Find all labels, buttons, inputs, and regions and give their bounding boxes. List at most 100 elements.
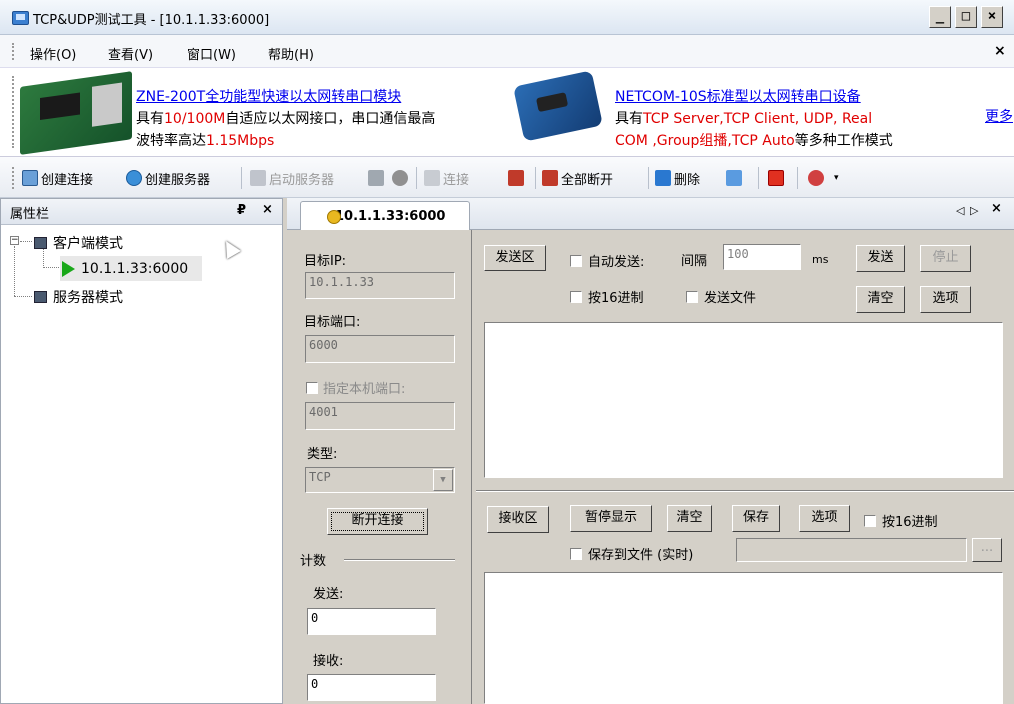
auto-send-checkbox[interactable]: 自动发送: xyxy=(570,251,644,270)
help-icon xyxy=(808,170,824,186)
send-hex-checkbox[interactable]: 按16进制 xyxy=(570,287,644,306)
recv-hex-check[interactable] xyxy=(864,514,876,527)
local-port-label: 指定本机端口: xyxy=(323,382,406,397)
interval-field[interactable]: 100 xyxy=(723,244,801,270)
client-mode-label: 客户端模式 xyxy=(53,236,123,252)
send-textarea[interactable] xyxy=(484,322,1003,478)
recv-count-label: 接收: xyxy=(313,654,344,669)
tab-nav-left-icon[interactable]: ◁ xyxy=(956,204,964,217)
start-server-button[interactable]: 启动服务器 xyxy=(250,168,334,188)
send-file-checkbox[interactable]: 发送文件 xyxy=(686,287,756,306)
create-connection-button[interactable]: 创建连接 xyxy=(22,168,93,188)
recv-save-button[interactable]: 保存 xyxy=(732,505,780,532)
tree-line xyxy=(20,241,32,242)
create-server-button[interactable]: 创建服务器 xyxy=(126,168,210,188)
product2-desc-line2: COM ,Group组播,TCP Auto等多种工作模式 xyxy=(615,133,893,149)
dropdown-arrow-icon[interactable]: ▼ xyxy=(433,469,453,491)
tree-item-connection[interactable]: 10.1.1.33:6000 xyxy=(60,256,202,281)
tab-connection[interactable]: 10.1.1.33:6000 xyxy=(300,201,470,231)
toolbar-divider xyxy=(416,167,417,189)
menu-view[interactable]: 查看(V) xyxy=(108,44,153,63)
send-options-button[interactable]: 选项 xyxy=(920,286,971,313)
ad-grip[interactable] xyxy=(12,76,15,148)
disconnect-icon xyxy=(508,170,524,186)
stop-server-button[interactable] xyxy=(368,168,387,188)
recv-hex-checkbox[interactable]: 按16进制 xyxy=(864,511,938,530)
tab-close-icon[interactable]: × xyxy=(991,201,1002,216)
create-connection-label: 创建连接 xyxy=(41,172,94,188)
pin-icon[interactable]: ₽ xyxy=(237,203,246,218)
toolbar-divider xyxy=(758,167,759,189)
send-hex-check[interactable] xyxy=(570,290,582,303)
server-mode-icon xyxy=(34,291,47,303)
toolbar-divider xyxy=(648,167,649,189)
local-port-checkbox[interactable]: 指定本机端口: xyxy=(306,378,405,397)
panel-close-icon[interactable]: × xyxy=(262,202,273,217)
save-to-file-checkbox[interactable]: 保存到文件 (实时) xyxy=(570,544,693,563)
tree-line xyxy=(14,296,32,297)
recv-count-field[interactable]: 0 xyxy=(307,674,436,701)
menu-operation[interactable]: 操作(O) xyxy=(30,44,76,63)
tree-item-client-mode[interactable]: 客户端模式 xyxy=(34,233,123,253)
product2-link[interactable]: NETCOM-10S标准型以太网转串口设备 xyxy=(615,86,861,106)
toolbar-grip[interactable] xyxy=(12,167,15,189)
connect-button[interactable]: 连接 xyxy=(424,168,469,188)
maximize-button[interactable]: □ xyxy=(955,6,977,28)
disconnect-all-label: 全部断开 xyxy=(561,172,614,188)
target-port-field[interactable]: 6000 xyxy=(305,335,455,363)
save-path-field[interactable] xyxy=(736,538,967,562)
disconnect-all-button[interactable]: 全部断开 xyxy=(542,168,613,188)
delete-button[interactable]: 删除 xyxy=(655,168,700,188)
send-area-button[interactable]: 发送区 xyxy=(484,245,546,271)
minimize-button[interactable]: _ xyxy=(929,6,951,28)
local-port-field[interactable]: 4001 xyxy=(305,402,455,430)
target-ip-field[interactable]: 10.1.1.33 xyxy=(305,272,455,299)
menu-help[interactable]: 帮助(H) xyxy=(268,44,314,63)
send-count-label: 发送: xyxy=(313,587,344,602)
exit-button[interactable] xyxy=(768,168,787,188)
connect-icon xyxy=(424,170,440,186)
local-port-check[interactable] xyxy=(306,381,318,394)
browse-button[interactable]: ... xyxy=(972,538,1002,562)
splitter[interactable] xyxy=(476,490,1014,492)
close-window-button[interactable]: × xyxy=(981,6,1003,28)
pause-display-button[interactable]: 暂停显示 xyxy=(570,505,652,532)
send-file-label: 发送文件 xyxy=(704,291,757,306)
cancel-button[interactable] xyxy=(392,168,411,188)
app-icon xyxy=(12,11,29,25)
stop-button[interactable]: 停止 xyxy=(920,245,971,272)
disconnect-connection-button[interactable]: 断开连接 xyxy=(327,508,428,535)
recv-options-button[interactable]: 选项 xyxy=(799,505,850,532)
delete-x-icon xyxy=(655,170,671,186)
send-clear-button[interactable]: 清空 xyxy=(856,286,905,313)
menu-window[interactable]: 窗口(W) xyxy=(187,44,236,63)
disconnect-button[interactable] xyxy=(508,168,527,188)
type-select[interactable]: TCP ▼ xyxy=(305,467,455,493)
product1-link[interactable]: ZNE-200T全功能型快速以太网转串口模块 xyxy=(136,86,401,106)
send-count-field[interactable]: 0 xyxy=(307,608,436,635)
auto-send-check[interactable] xyxy=(570,254,582,267)
more-link[interactable]: 更多 xyxy=(985,106,1013,126)
send-file-check[interactable] xyxy=(686,290,698,303)
ms-label: ms xyxy=(812,253,829,266)
tab-nav-right-icon[interactable]: ▷ xyxy=(970,204,978,217)
menu-grip[interactable] xyxy=(12,43,15,60)
recv-clear-button[interactable]: 清空 xyxy=(667,505,712,532)
send-button[interactable]: 发送 xyxy=(856,245,905,272)
tree-line xyxy=(43,267,59,268)
toolbar-overflow-icon[interactable]: ▾ xyxy=(834,168,839,188)
collapse-toggle-icon[interactable]: − xyxy=(10,236,19,245)
recv-textarea[interactable] xyxy=(484,572,1003,704)
target-port-label: 目标端口: xyxy=(304,315,361,330)
help-button[interactable] xyxy=(808,168,827,188)
recv-hex-label: 按16进制 xyxy=(882,515,938,530)
delete-all-button[interactable] xyxy=(726,168,745,188)
connection-label: 10.1.1.33:6000 xyxy=(81,260,189,277)
menu-close-icon[interactable]: × xyxy=(994,43,1006,59)
tree-item-server-mode[interactable]: 服务器模式 xyxy=(34,287,123,307)
product1-desc-line2: 波特率高达1.15Mbps xyxy=(136,133,275,149)
recv-area-button[interactable]: 接收区 xyxy=(487,506,549,533)
connect-label: 连接 xyxy=(443,172,470,188)
toolbar-divider xyxy=(535,167,536,189)
save-to-file-check[interactable] xyxy=(570,547,582,560)
